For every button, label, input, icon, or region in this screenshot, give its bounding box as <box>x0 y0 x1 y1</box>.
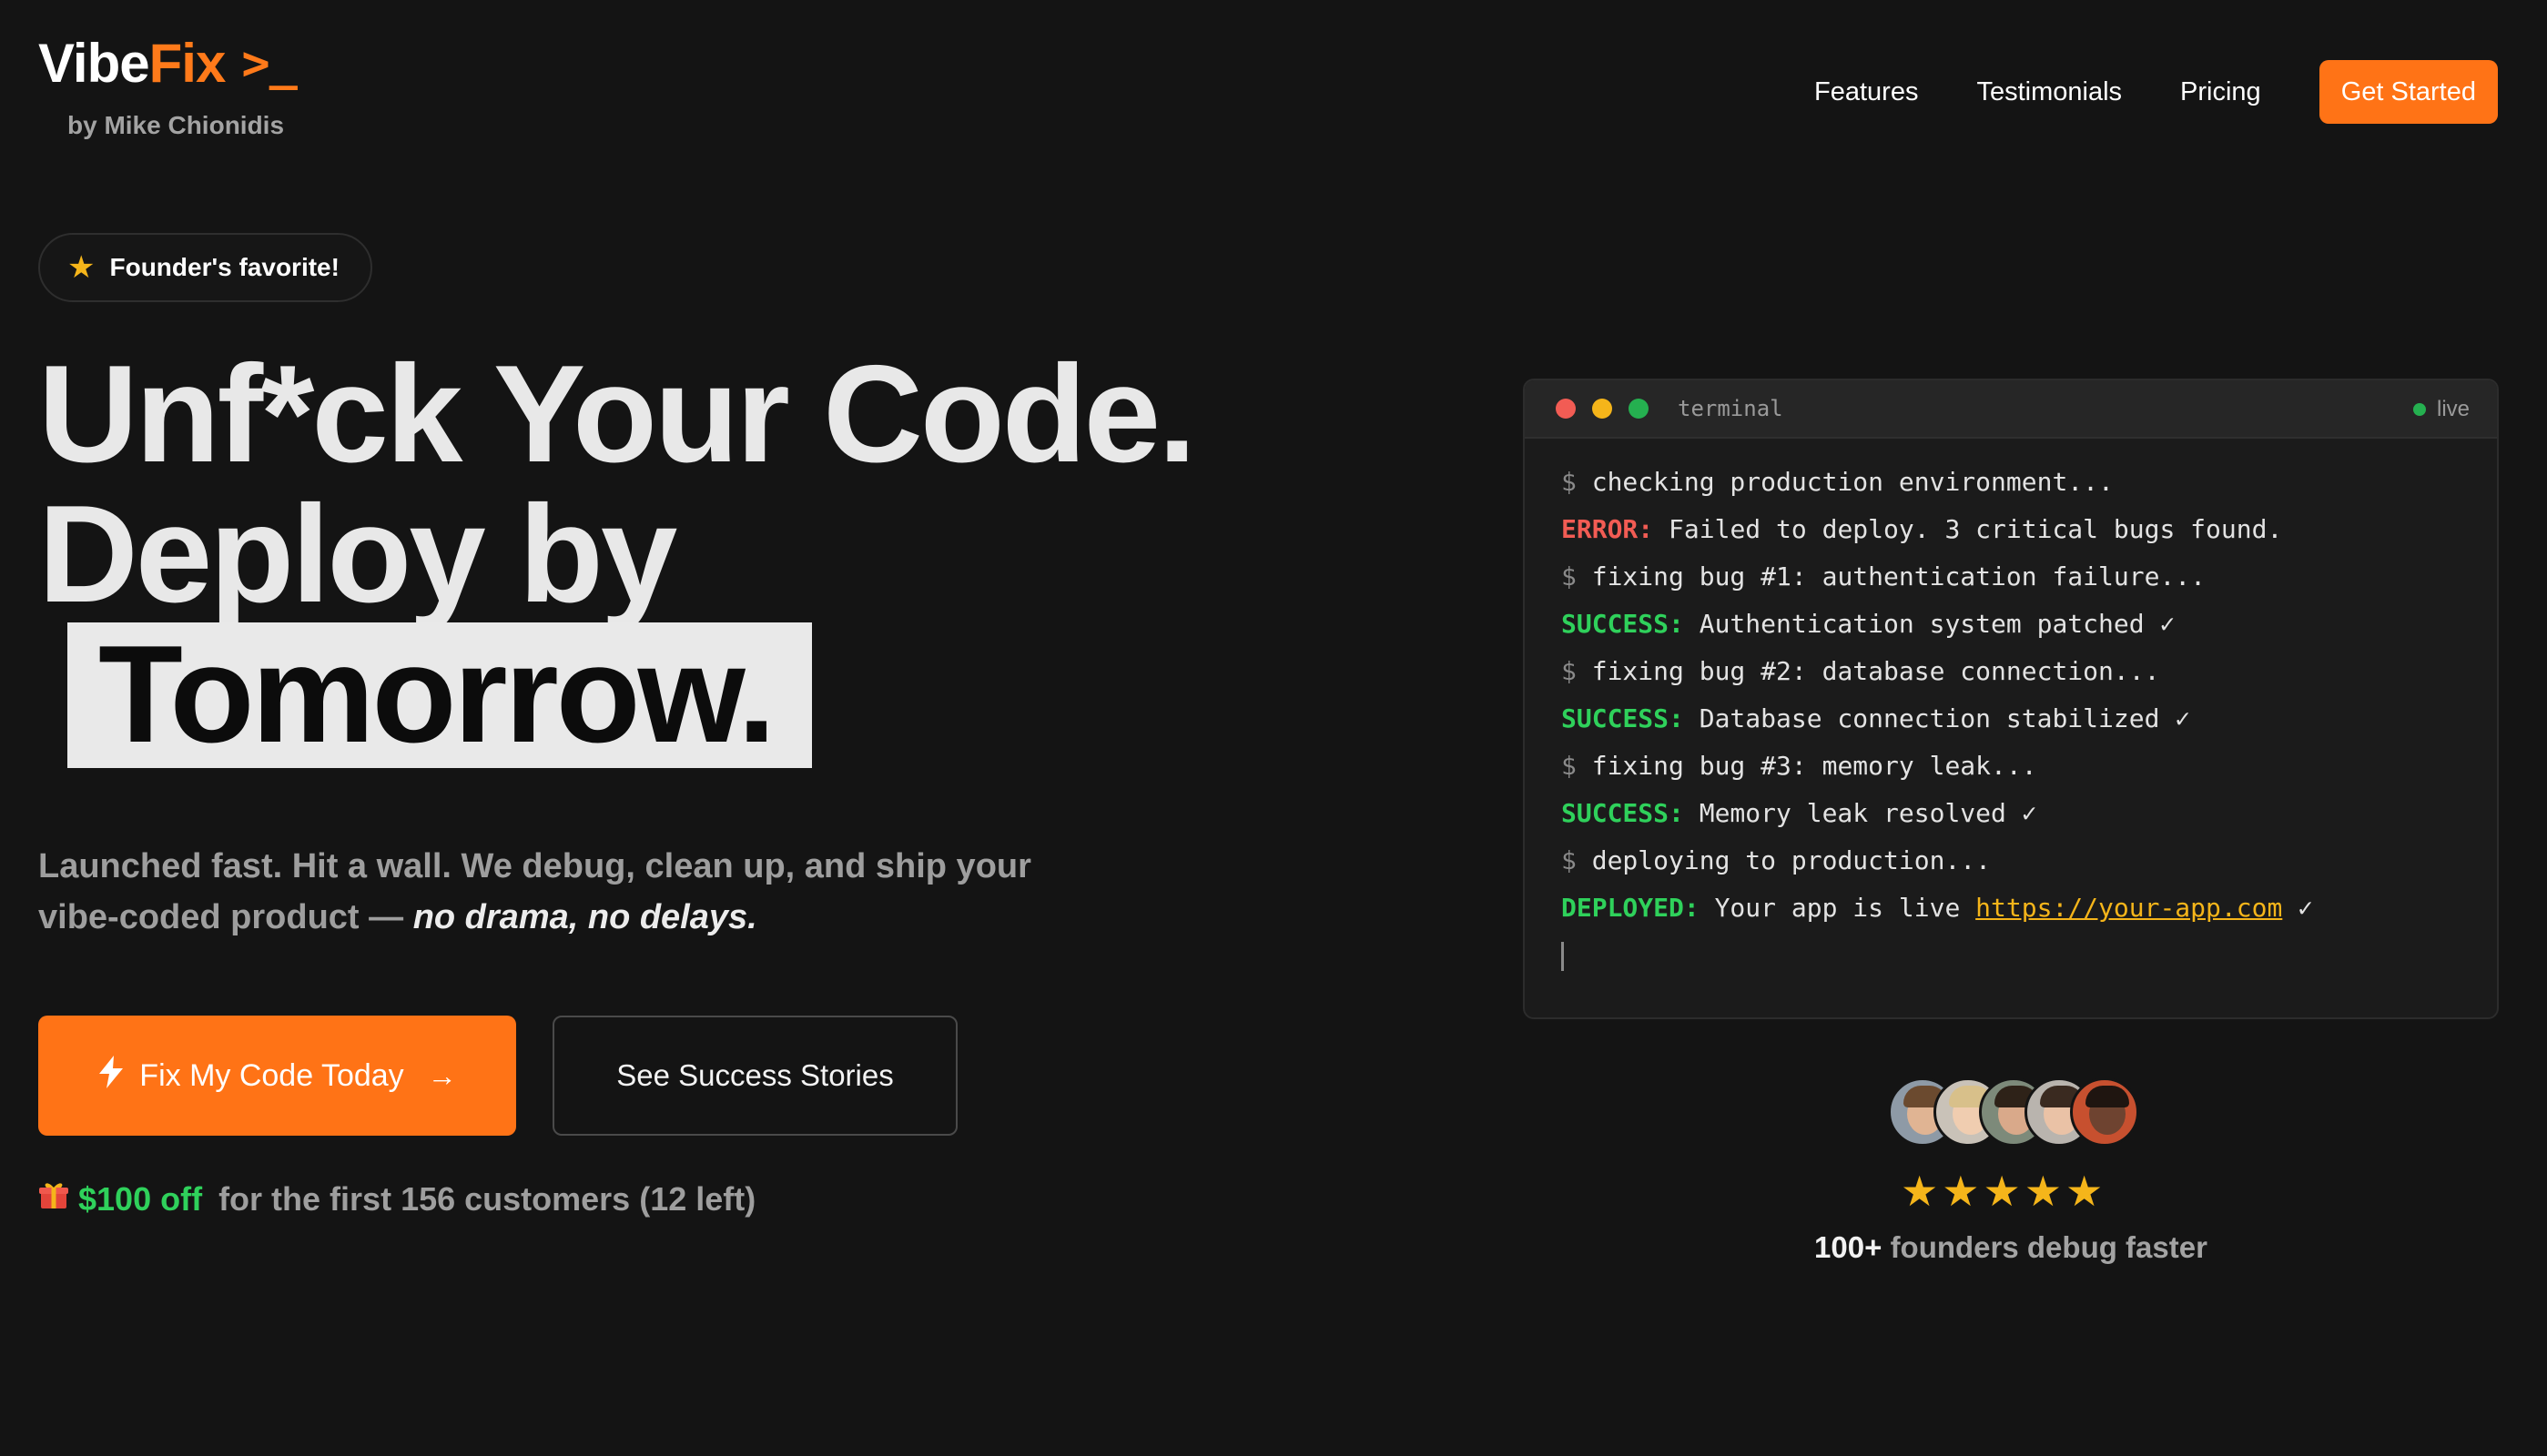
headline-highlight: Tomorrow. <box>67 622 812 768</box>
line-text: fixing bug #3: memory leak... <box>1591 751 2037 781</box>
terminal-line: DEPLOYED: Your app is live https://your-… <box>1561 885 2461 932</box>
live-dot-icon <box>2412 403 2426 416</box>
fix-my-code-button[interactable]: Fix My Code Today → <box>38 1016 516 1136</box>
logo[interactable]: Vibe Fix >_ <box>38 33 298 94</box>
terminal-titlebar: terminal live <box>1525 380 2497 439</box>
terminal-line: ERROR: Failed to deploy. 3 critical bugs… <box>1561 506 2461 553</box>
nav-link-testimonials[interactable]: Testimonials <box>1976 77 2122 107</box>
line-text: fixing bug #2: database connection... <box>1591 656 2160 686</box>
error-tag: ERROR: <box>1561 514 1654 544</box>
line-text: Failed to deploy. 3 critical bugs found. <box>1669 514 2283 544</box>
star-icon: ★ <box>67 250 96 285</box>
offer-deal: $100 off <box>78 1179 203 1218</box>
app-url-link[interactable]: https://your-app.com <box>1975 893 2282 923</box>
star-icon: ★ <box>1901 1168 1939 1215</box>
headline-line-2: Deploy by <box>38 477 677 632</box>
terminal-line: $ fixing bug #2: database connection... <box>1561 648 2461 695</box>
terminal-output: $ checking production environment... ERR… <box>1525 439 2497 979</box>
minimize-dot-icon <box>1592 399 1612 419</box>
live-indicator: live <box>2412 380 2470 439</box>
line-text: Database connection stabilized ✓ <box>1699 703 2191 733</box>
hero-subtext: Launched fast. Hit a wall. We debug, cle… <box>38 841 1076 943</box>
hero-headline: Unf*ck Your Code. Deploy by <box>38 337 1196 632</box>
avatar <box>2070 1077 2139 1147</box>
logo-text-vibe: Vibe <box>38 33 150 94</box>
main-nav: Features Testimonials Pricing Get Starte… <box>1814 60 2498 124</box>
star-icon: ★ <box>1983 1168 2021 1215</box>
terminal-line: $ deploying to production... <box>1561 837 2461 885</box>
line-text: Your app is live <box>1714 893 1961 923</box>
lightning-icon <box>97 1055 125 1097</box>
arrow-right-icon: → <box>427 1058 457 1092</box>
line-text: Authentication system patched ✓ <box>1699 609 2176 639</box>
founder-avatars <box>1888 1077 2139 1150</box>
terminal-line: $ fixing bug #3: memory leak... <box>1561 743 2461 790</box>
logo-text-fix: Fix <box>148 33 227 94</box>
founders-favorite-badge: ★ Founder's favorite! <box>38 233 372 302</box>
prompt-symbol: $ <box>1561 467 1577 497</box>
byline: by Mike Chionidis <box>67 111 285 139</box>
badge-text: Founder's favorite! <box>109 253 340 281</box>
get-started-button[interactable]: Get Started <box>2319 60 2498 124</box>
prompt-symbol: $ <box>1561 845 1577 875</box>
founder-count: 100+ <box>1814 1230 1882 1264</box>
star-icon: ★ <box>2065 1168 2104 1215</box>
line-text: Memory leak resolved ✓ <box>1699 798 2037 828</box>
star-icon: ★ <box>1942 1168 1980 1215</box>
terminal-line: SUCCESS: Memory leak resolved ✓ <box>1561 790 2461 837</box>
terminal-line: SUCCESS: Authentication system patched ✓ <box>1561 601 2461 648</box>
nav-link-pricing[interactable]: Pricing <box>2180 77 2261 107</box>
terminal-line: SUCCESS: Database connection stabilized … <box>1561 695 2461 743</box>
offer-text: for the first 156 customers (12 left) <box>218 1179 756 1218</box>
success-tag: SUCCESS: <box>1561 609 1684 639</box>
see-success-stories-button[interactable]: See Success Stories <box>553 1016 958 1136</box>
prompt-symbol: $ <box>1561 751 1577 781</box>
terminal-line: $ fixing bug #1: authentication failure.… <box>1561 553 2461 601</box>
prompt-symbol: $ <box>1561 561 1577 592</box>
gift-icon <box>38 1179 69 1218</box>
social-proof-text: 100+ founders debug faster <box>1808 1230 2214 1265</box>
terminal-prompt-icon: >_ <box>241 36 298 91</box>
terminal-window: terminal live $ checking production envi… <box>1523 379 2499 1019</box>
star-icon: ★ <box>2024 1168 2062 1215</box>
checkmark-icon: ✓ <box>2298 893 2314 923</box>
line-text: deploying to production... <box>1591 845 1992 875</box>
success-tag: SUCCESS: <box>1561 703 1684 733</box>
social-proof-label: founders debug faster <box>1890 1230 2207 1264</box>
fix-my-code-label: Fix My Code Today <box>139 1057 404 1093</box>
live-label: live <box>2436 397 2470 421</box>
terminal-title: terminal <box>1678 396 1783 421</box>
terminal-cursor-line <box>1561 932 2461 979</box>
nav-link-features[interactable]: Features <box>1814 77 1918 107</box>
subtext-emphasis: no drama, no delays. <box>412 898 757 936</box>
maximize-dot-icon <box>1629 399 1649 419</box>
close-dot-icon <box>1556 399 1576 419</box>
line-text: fixing bug #1: authentication failure... <box>1591 561 2207 592</box>
deployed-tag: DEPLOYED: <box>1561 893 1700 923</box>
terminal-line: $ checking production environment... <box>1561 459 2461 506</box>
prompt-symbol: $ <box>1561 656 1577 686</box>
discount-offer: $100 off for the first 156 customers (12… <box>38 1179 756 1218</box>
rating-stars: ★ ★ ★ ★ ★ <box>1901 1170 2106 1212</box>
success-tag: SUCCESS: <box>1561 798 1684 828</box>
headline-line-1: Unf*ck Your Code. <box>38 337 1196 491</box>
line-text: checking production environment... <box>1591 467 2114 497</box>
cursor-icon <box>1561 942 1564 971</box>
